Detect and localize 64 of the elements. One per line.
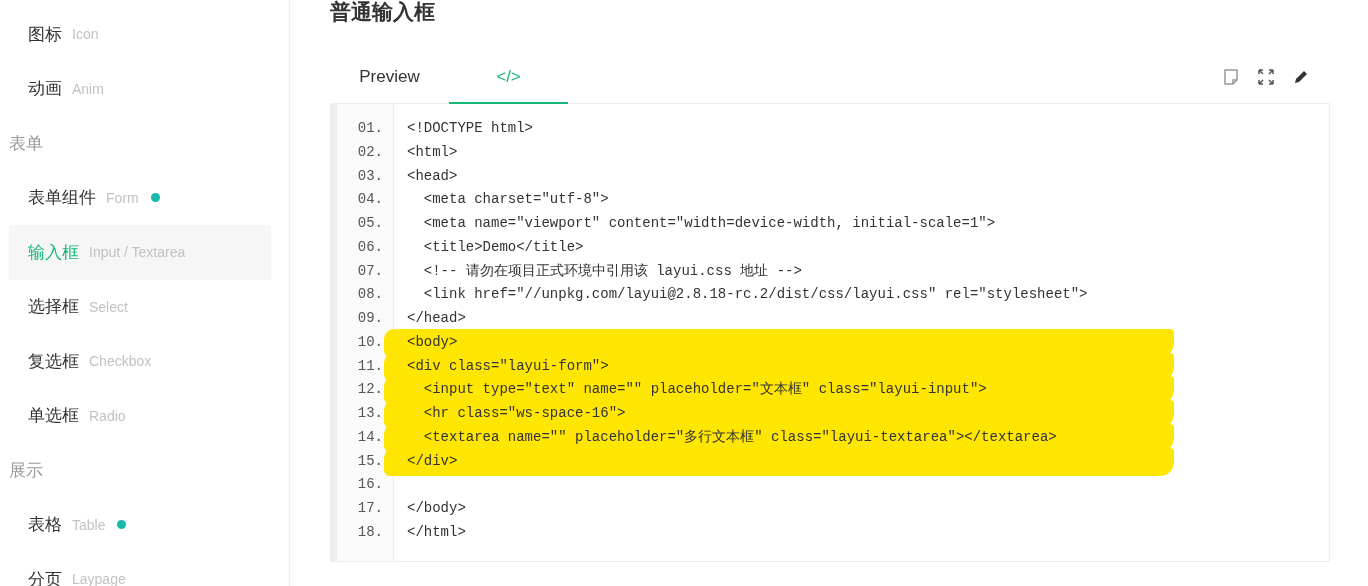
code-line: <hr class="ws-space-16"> (422, 405, 626, 421)
sidebar-group-header: 展示 (9, 459, 43, 482)
code-line: <head> (407, 167, 458, 184)
code-line: </div> (407, 452, 458, 469)
sidebar-item-label: 输入框 (28, 241, 79, 264)
line-number: 17. (357, 500, 383, 516)
sidebar-item-label: 动画 (28, 78, 62, 101)
code-line: <input type="text" name="" placeholder="文本框" class="layui-input"> (422, 381, 987, 398)
code-line: </head> (407, 310, 466, 326)
line-number: 18. (357, 523, 383, 540)
sidebar-group-header: 表单 (9, 132, 43, 155)
sidebar-item[interactable]: 单选框 Radio (9, 388, 271, 443)
line-number: 05. (357, 215, 383, 231)
line-number: 04. (357, 191, 383, 208)
sidebar-item[interactable]: 表单组件 Form (9, 170, 271, 225)
code-line: </body> (407, 500, 466, 516)
line-number: 03. (357, 167, 383, 184)
sidebar-item-label: 单选框 (28, 405, 79, 428)
sidebar-item-label: 选择框 (28, 296, 79, 319)
sidebar-item-subtitle: Select (89, 298, 128, 315)
line-number: 14. (357, 428, 383, 445)
edit-icon[interactable] (1292, 68, 1310, 86)
line-number: 07. (357, 262, 383, 279)
code-line: </html> (407, 523, 466, 540)
line-number: 01. (357, 120, 383, 136)
code-line: <textarea name="" placeholder="多行文本框" class="layui-textarea"></textarea> (422, 428, 1057, 445)
sidebar-item[interactable]: 图标 Icon (9, 7, 271, 62)
line-number: 10. (357, 333, 383, 350)
sidebar-item-subtitle: Radio (89, 407, 126, 424)
line-number: 06. (357, 238, 383, 255)
page-title: 普通输入框 (330, 0, 435, 23)
code-line: <div class="layui-form"> (407, 357, 609, 374)
sidebar-item-subtitle: Icon (72, 26, 99, 43)
line-number: 09. (357, 310, 383, 326)
line-number: 12. (357, 381, 383, 398)
sidebar-item-label: 表格 (28, 514, 62, 537)
code-line: <html> (407, 143, 458, 160)
note-icon[interactable] (1222, 68, 1240, 86)
code-line: <body> (407, 333, 458, 350)
line-number: 15. (357, 452, 383, 469)
code-line: <title>Demo</title> (422, 238, 584, 255)
sidebar-item[interactable]: 复选框 Checkbox (9, 334, 271, 389)
sidebar-item-subtitle: Checkbox (89, 353, 152, 370)
sidebar-item-subtitle: Form (106, 189, 139, 206)
tab[interactable]: Preview (330, 51, 449, 104)
code-line: <meta charset="utf-8"> (422, 191, 609, 208)
sidebar-item[interactable]: 选择框 Select (9, 279, 271, 334)
sidebar-item-label: 图标 (28, 23, 62, 46)
sidebar-item-label: 表单组件 (28, 187, 96, 210)
sidebar-item[interactable]: 表格 Table (9, 497, 271, 552)
fullscreen-icon[interactable] (1257, 68, 1275, 86)
sidebar-item-subtitle: Anim (72, 80, 104, 97)
line-number: 13. (357, 405, 383, 421)
sidebar-item-subtitle: Table (72, 516, 106, 533)
code-line: <link href="//unpkg.com/layui@2.8.18-rc.2/dist/css/layui.css" rel="stylesheet"> (422, 286, 1088, 303)
line-number: 11. (357, 357, 383, 374)
line-number: 02. (357, 143, 383, 160)
sidebar-item-label: 复选框 (28, 350, 79, 373)
sidebar-item[interactable]: 动画 Anim (9, 61, 271, 116)
line-number: 16. (357, 476, 383, 493)
code-line: <!-- 请勿在项目正式环境中引用该 layui.css 地址 --> (422, 262, 802, 279)
code-line: <!DOCTYPE html> (407, 120, 534, 136)
line-number: 08. (357, 286, 383, 303)
code-line: <meta name="viewport" content="width=device-width, initial-scale=1"> (422, 215, 996, 231)
